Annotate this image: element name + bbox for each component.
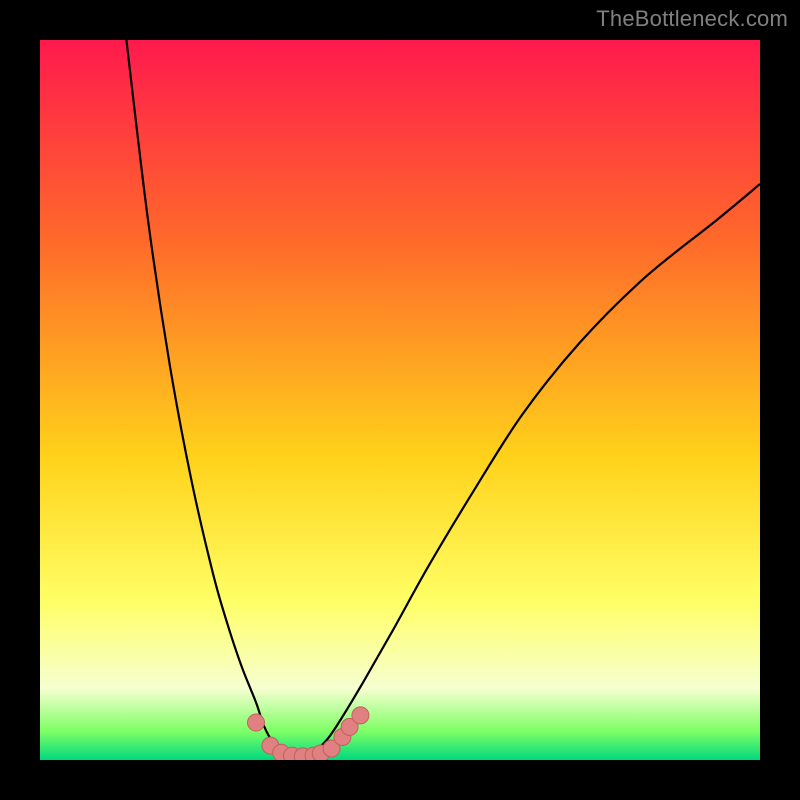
data-marker [248, 714, 265, 731]
outer-frame: TheBottleneck.com [0, 0, 800, 800]
data-marker [352, 707, 369, 724]
gradient-background [40, 40, 760, 760]
attribution-label: TheBottleneck.com [596, 6, 788, 32]
chart-svg [40, 40, 760, 760]
plot-area [40, 40, 760, 760]
